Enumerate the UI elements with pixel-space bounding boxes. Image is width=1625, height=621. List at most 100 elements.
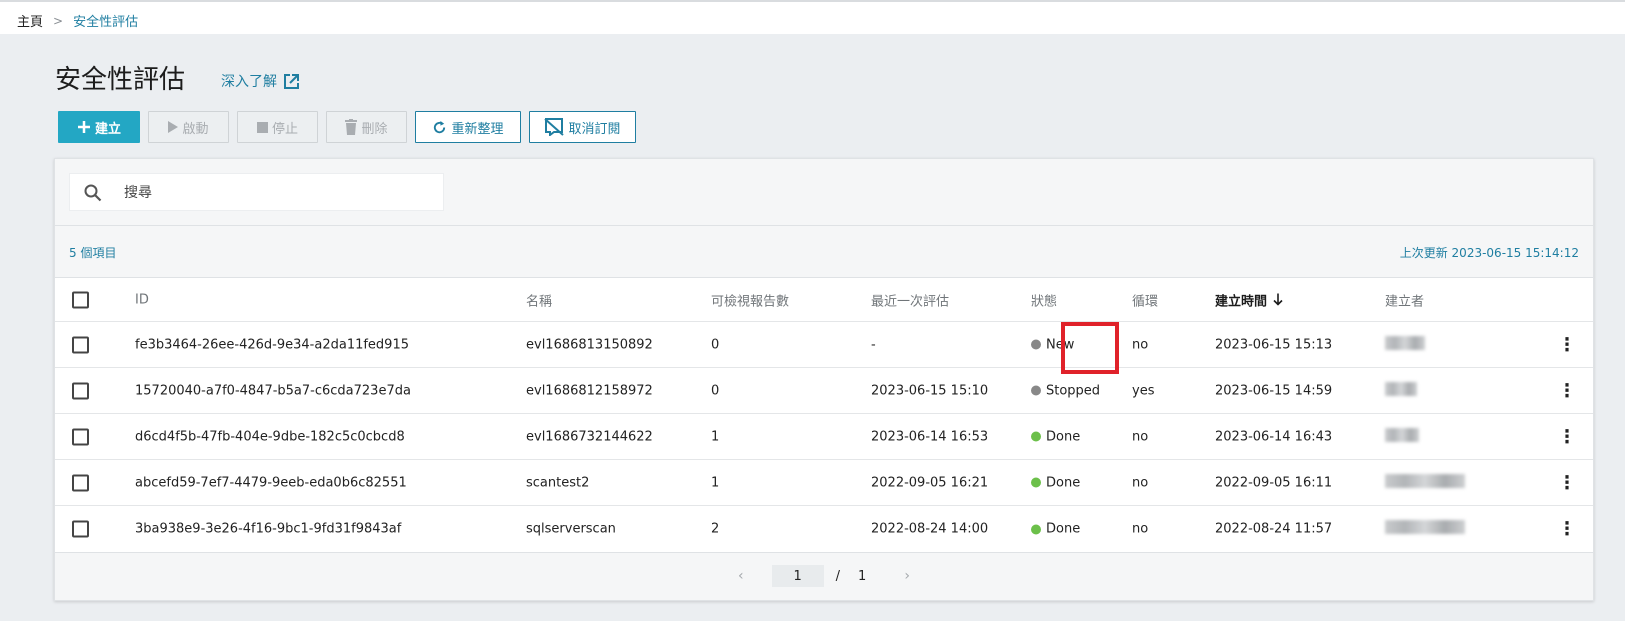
start-button[interactable]: 啟動 <box>148 111 229 143</box>
cell-last-eval: 2023-06-15 15:10 <box>871 383 989 398</box>
cell-created: 2022-08-24 11:57 <box>1215 521 1333 537</box>
last-updated: 上次更新 2023-06-15 15:14:12 <box>1399 246 1579 260</box>
cell-created: 2023-06-14 16:43 <box>1215 429 1333 444</box>
cell-loop: no <box>1132 337 1149 352</box>
next-page-icon[interactable]: › <box>904 568 910 584</box>
play-icon <box>168 121 179 133</box>
cell-last-eval: 2023-06-14 16:53 <box>871 429 989 444</box>
row-checkbox[interactable] <box>72 382 89 399</box>
status-dot-icon <box>1031 524 1041 534</box>
cell-loop: no <box>1132 429 1149 444</box>
create-button[interactable]: 建立 <box>58 111 140 143</box>
cell-creator-redacted <box>1385 427 1419 446</box>
cell-reports: 0 <box>711 337 720 352</box>
page-number-input[interactable] <box>771 565 824 587</box>
table-row[interactable]: abcefd59-7ef7-4479-9eeb-eda0b6c82551 sca… <box>55 460 1593 506</box>
row-checkbox[interactable] <box>72 520 89 538</box>
cell-reports: 1 <box>711 475 720 490</box>
create-label: 建立 <box>94 121 121 137</box>
unsubscribe-button[interactable]: 取消訂閱 <box>529 111 636 143</box>
unsubscribe-label: 取消訂閱 <box>568 121 621 137</box>
row-more-menu-icon[interactable]: ⋮ <box>1558 519 1576 540</box>
table-row[interactable]: fe3b3464-26ee-426d-9e34-a2da11fed915 evl… <box>55 322 1593 368</box>
cell-status: Done <box>1031 429 1080 444</box>
stop-button[interactable]: 停止 <box>237 111 318 143</box>
cell-status: Stopped <box>1031 383 1100 398</box>
status-label: Stopped <box>1046 383 1101 398</box>
status-dot-icon <box>1031 431 1041 442</box>
cell-loop: no <box>1132 521 1149 537</box>
cell-name: evl1686732144622 <box>526 429 653 444</box>
table-row[interactable]: d6cd4f5b-47fb-404e-9dbe-182c5c0cbcd8 evl… <box>55 414 1593 460</box>
status-label: Done <box>1046 475 1081 490</box>
cell-reports: 2 <box>711 521 720 537</box>
breadcrumb: 主頁 > 安全性評估 <box>17 11 138 31</box>
stop-icon <box>256 121 268 133</box>
cell-id: d6cd4f5b-47fb-404e-9dbe-182c5c0cbcd8 <box>135 429 405 444</box>
learn-more-link[interactable]: 深入了解 <box>221 71 300 91</box>
cell-creator-redacted <box>1385 335 1425 354</box>
cell-status: Done <box>1031 475 1080 490</box>
breadcrumb-home[interactable]: 主頁 <box>17 11 43 30</box>
unsubscribe-flag-icon <box>544 118 565 136</box>
header-id[interactable]: ID <box>135 292 149 307</box>
cell-reports: 0 <box>711 383 720 398</box>
pagination: ‹ / 1 › <box>55 552 1593 600</box>
row-checkbox[interactable] <box>72 428 89 445</box>
cell-created: 2023-06-15 14:59 <box>1215 383 1333 398</box>
row-checkbox[interactable] <box>72 474 89 491</box>
external-link-icon <box>284 73 299 89</box>
cell-creator-redacted <box>1385 520 1465 538</box>
cell-status: Done <box>1031 522 1080 537</box>
status-dot-icon <box>1031 477 1041 488</box>
row-more-menu-icon[interactable]: ⋮ <box>1558 472 1576 493</box>
start-label: 啟動 <box>182 121 209 137</box>
delete-button[interactable]: 刪除 <box>326 111 407 143</box>
search-input[interactable] <box>124 183 424 203</box>
header-name[interactable]: 名稱 <box>526 290 552 309</box>
cell-last-eval: - <box>871 337 876 352</box>
select-all-checkbox[interactable] <box>72 291 89 308</box>
table-header-row: ID 名稱 可檢視報告數 最近一次評估 狀態 循環 建立時間 建立者 <box>55 278 1593 322</box>
table-row[interactable]: 3ba938e9-3e26-4f16-9bc1-9fd31f9843af sql… <box>55 506 1593 552</box>
refresh-button[interactable]: 重新整理 <box>415 111 521 143</box>
cell-name: evl1686813150892 <box>526 337 653 352</box>
cell-loop: yes <box>1132 383 1155 398</box>
cell-name: evl1686812158972 <box>526 383 653 398</box>
breadcrumb-current[interactable]: 安全性評估 <box>73 11 138 30</box>
assessment-panel: 5 個項目 上次更新 2023-06-15 15:14:12 ID 名稱 可檢視… <box>54 158 1594 601</box>
search-box <box>69 173 444 211</box>
breadcrumb-separator: > <box>53 13 64 28</box>
row-more-menu-icon[interactable]: ⋮ <box>1558 426 1576 447</box>
cell-id: 3ba938e9-3e26-4f16-9bc1-9fd31f9843af <box>135 521 402 537</box>
cell-name: sqlserverscan <box>526 521 616 537</box>
cell-creator-redacted <box>1385 381 1417 400</box>
delete-label: 刪除 <box>361 121 388 137</box>
cell-created: 2022-09-05 16:11 <box>1215 475 1333 490</box>
row-more-menu-icon[interactable]: ⋮ <box>1558 380 1576 401</box>
refresh-icon <box>434 120 446 133</box>
header-created-label: 建立時間 <box>1215 294 1268 309</box>
prev-page-icon[interactable]: ‹ <box>738 568 744 584</box>
header-last-eval[interactable]: 最近一次評估 <box>871 290 949 309</box>
header-created[interactable]: 建立時間 <box>1215 290 1283 309</box>
status-dot-icon <box>1031 385 1041 396</box>
top-bar: 主頁 > 安全性評估 <box>0 0 1625 34</box>
header-reports[interactable]: 可檢視報告數 <box>711 290 789 309</box>
header-loop[interactable]: 循環 <box>1132 290 1158 309</box>
divider <box>55 225 1593 226</box>
row-more-menu-icon[interactable]: ⋮ <box>1558 334 1576 355</box>
header-creator[interactable]: 建立者 <box>1385 290 1424 309</box>
cell-creator-redacted <box>1385 473 1465 492</box>
cell-id: 15720040-a7f0-4847-b5a7-c6cda723e7da <box>135 383 411 398</box>
status-label: Done <box>1046 521 1081 537</box>
status-dot-icon <box>1031 339 1041 350</box>
page-separator: / <box>835 568 841 584</box>
status-label: Done <box>1046 429 1081 444</box>
stop-label: 停止 <box>271 121 298 137</box>
trash-icon <box>345 119 358 135</box>
plus-icon <box>77 121 90 133</box>
row-checkbox[interactable] <box>72 336 89 353</box>
header-status[interactable]: 狀態 <box>1031 290 1057 309</box>
table-row[interactable]: 15720040-a7f0-4847-b5a7-c6cda723e7da evl… <box>55 368 1593 414</box>
